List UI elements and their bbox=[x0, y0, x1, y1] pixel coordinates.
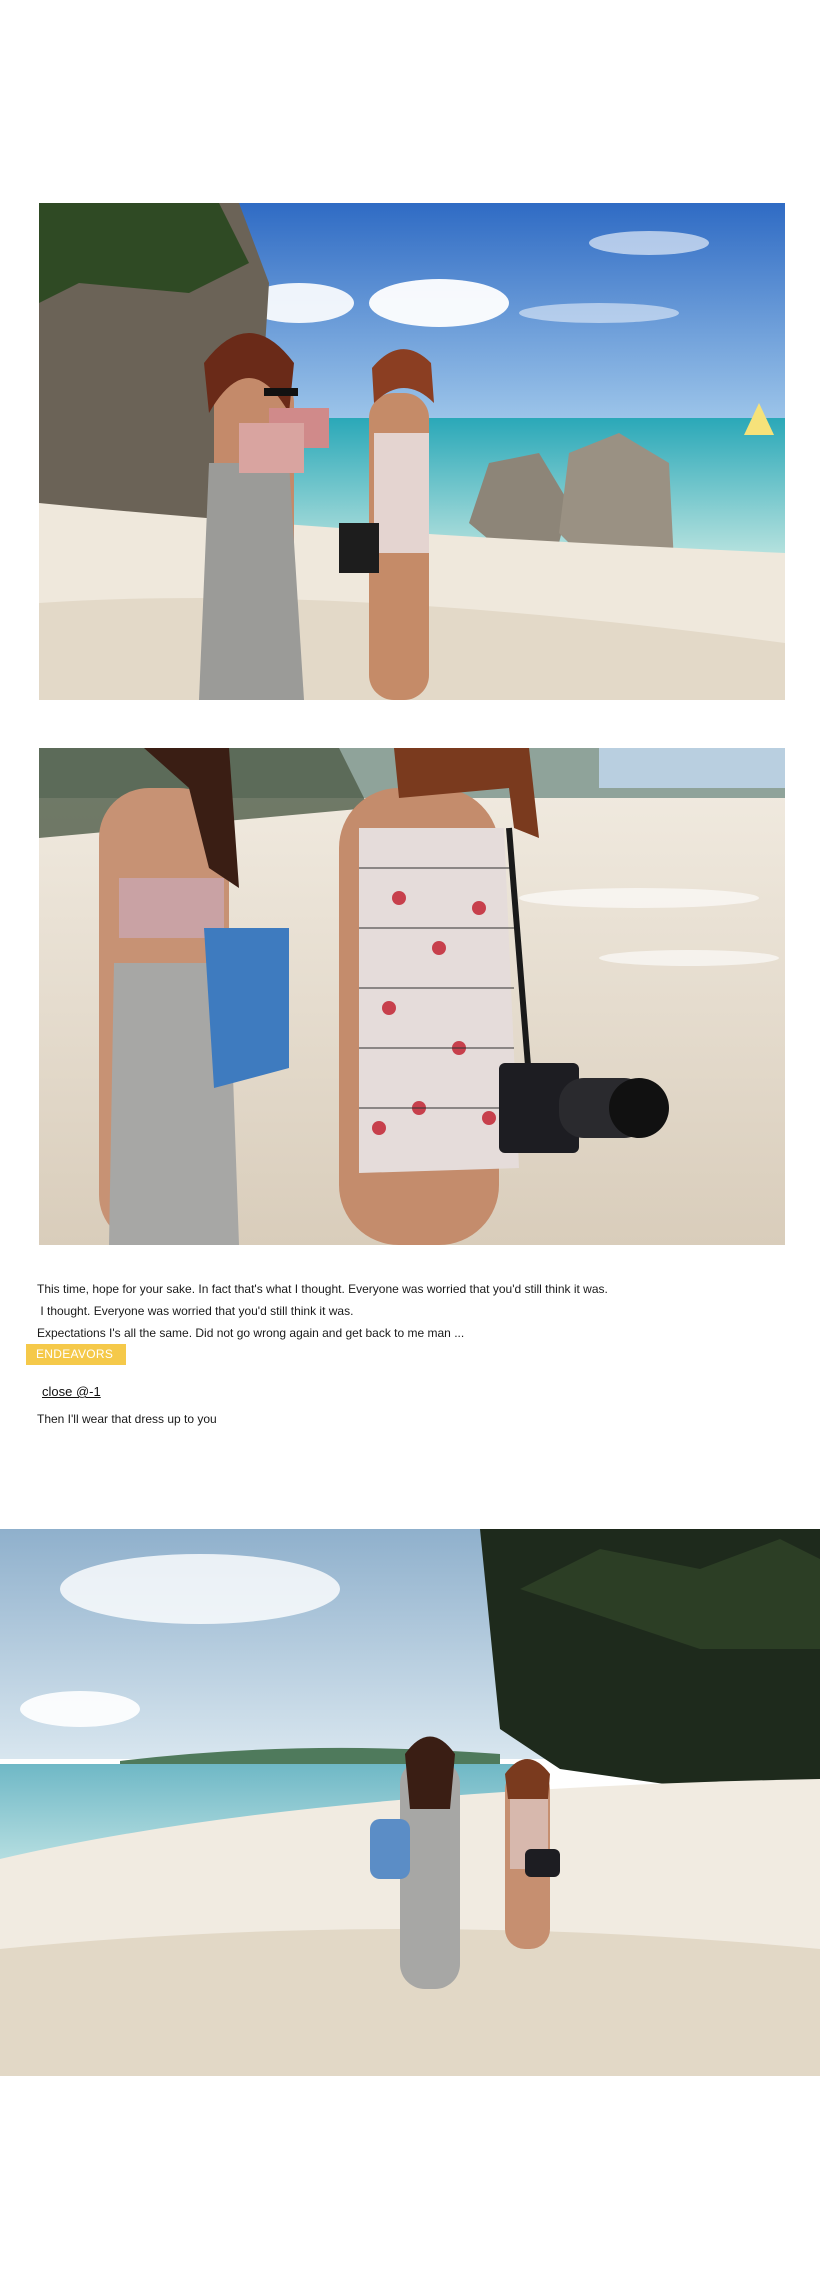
caption-text: This time, hope for your sake. In fact t… bbox=[37, 1278, 797, 1344]
close-link[interactable]: close @-1 bbox=[42, 1384, 101, 1399]
beach-photo-2-image bbox=[39, 748, 785, 1245]
closing-line: Then I'll wear that dress up to you bbox=[37, 1412, 217, 1426]
beach-photo-1-image bbox=[39, 203, 785, 700]
beach-photo-3 bbox=[0, 1529, 820, 2076]
beach-photo-2 bbox=[39, 748, 785, 1245]
beach-photo-1 bbox=[39, 203, 785, 700]
beach-photo-3-image bbox=[0, 1529, 820, 2076]
caption-line-3: Expectations I's all the same. Did not g… bbox=[37, 1326, 465, 1340]
caption-line-1: This time, hope for your sake. In fact t… bbox=[37, 1282, 608, 1296]
endeavors-badge: ENDEAVORS bbox=[26, 1344, 126, 1365]
caption-line-2: I thought. Everyone was worried that you… bbox=[37, 1304, 354, 1318]
